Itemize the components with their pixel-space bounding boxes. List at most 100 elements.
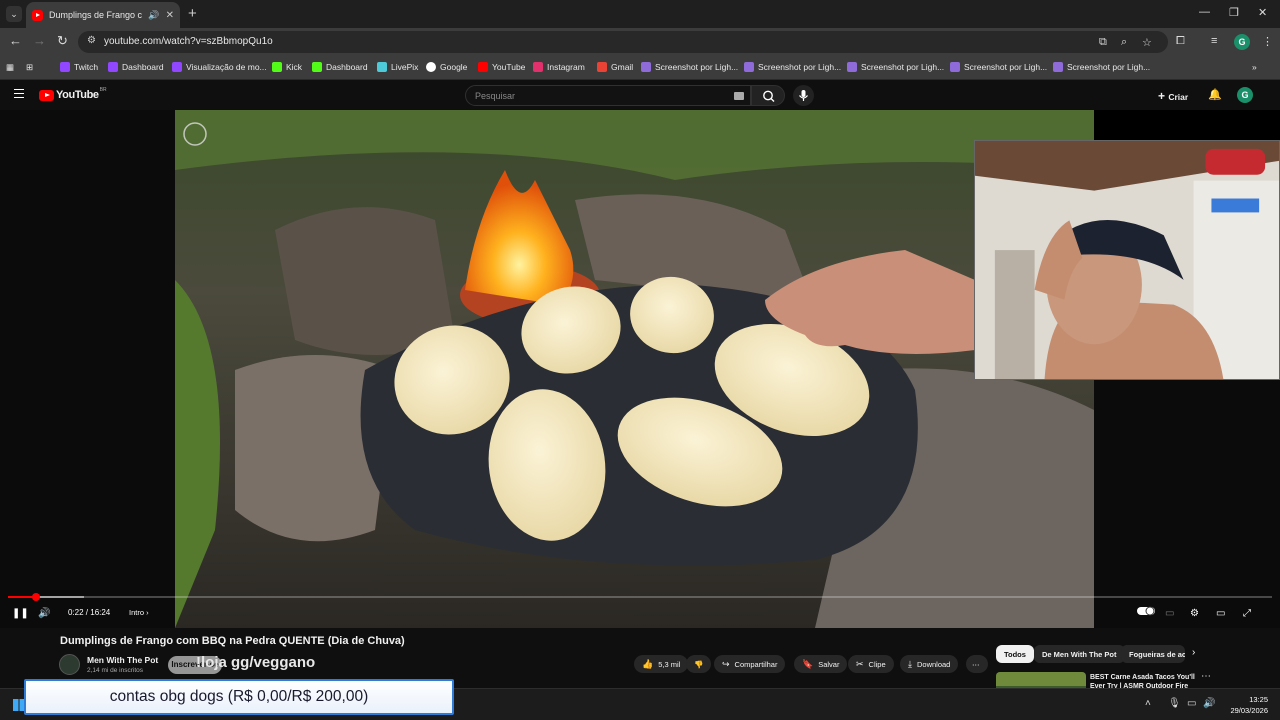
scrubber-handle[interactable] xyxy=(31,593,40,601)
browser-tab[interactable]: Dumplings de Frango com 🔊 ✕ xyxy=(26,2,180,28)
hamburger-menu-icon[interactable] xyxy=(14,89,24,98)
media-control-icon[interactable]: ≡ xyxy=(1211,35,1217,47)
tray-monitor-icon[interactable]: ▭ xyxy=(1187,698,1196,709)
url-text[interactable]: youtube.com/watch?v=szBbmopQu1o xyxy=(104,36,273,47)
video-frame[interactable] xyxy=(175,110,1094,628)
youtube-play-icon xyxy=(39,89,54,101)
youtube-favicon-icon xyxy=(32,9,43,21)
speaker-icon[interactable]: 🔊 xyxy=(148,10,159,21)
video-player[interactable]: ❚❚ 🔊 0:22 / 16:24 Intro › ▭ ⚙ ▭ ⤢ xyxy=(0,110,1280,628)
bookmark-star-icon[interactable]: ☆ xyxy=(1142,36,1152,49)
site-info-icon[interactable]: ⚙ xyxy=(87,35,96,46)
chips-next-icon[interactable]: › xyxy=(1192,647,1195,658)
autoplay-toggle[interactable] xyxy=(1137,606,1155,619)
bookmark-item[interactable]: LivePix xyxy=(377,62,418,72)
more-actions-button[interactable]: ⋯ xyxy=(966,655,988,673)
channel-avatar[interactable] xyxy=(59,654,80,675)
youtube-account-avatar[interactable]: G xyxy=(1237,87,1253,103)
bookmark-item[interactable]: Screenshot por Ligh... xyxy=(744,62,841,72)
clip-button[interactable]: ✂ Clipe xyxy=(848,655,894,673)
youtube-header: YouTube BR Pesquisar + Criar 🔔 G xyxy=(0,80,1280,110)
taskbar-clock[interactable]: 13:25 29/03/2026 xyxy=(1226,694,1268,716)
chip-channel[interactable]: De Men With The Pot xyxy=(1034,645,1125,663)
bookmark-favicon-icon xyxy=(641,62,651,72)
forward-arrow-icon[interactable]: → xyxy=(33,33,46,48)
extensions-icon[interactable]: ⧠ xyxy=(1176,35,1185,48)
tab-title: Dumplings de Frango com xyxy=(49,10,143,20)
tab-close-button[interactable]: ✕ xyxy=(166,10,174,21)
save-label: Salvar xyxy=(818,659,840,669)
tray-speaker-icon[interactable]: 🔊 xyxy=(1203,698,1215,709)
bookmark-item[interactable]: Screenshot por Ligh... xyxy=(641,62,738,72)
bookmark-item[interactable]: Gmail xyxy=(597,62,633,72)
bookmarks-overflow-icon[interactable]: » xyxy=(1252,62,1257,72)
youtube-logo[interactable]: YouTube BR xyxy=(39,87,107,101)
restore-icon[interactable]: ❐ xyxy=(1229,6,1239,19)
create-button[interactable]: + Criar xyxy=(1158,89,1188,103)
subtitles-icon[interactable]: ▭ xyxy=(1165,608,1174,619)
chapter-button[interactable]: Intro › xyxy=(129,608,149,617)
bookmark-item[interactable]: Kick xyxy=(272,62,302,72)
search-input[interactable]: Pesquisar xyxy=(465,85,751,106)
bookmark-label: Visualização de mo... xyxy=(186,62,267,72)
tab-search-button[interactable]: ⌄ xyxy=(6,6,22,22)
autoplay-toggle-icon xyxy=(1137,606,1155,616)
bookmark-item[interactable]: Dashboard xyxy=(108,62,164,72)
pause-button[interactable]: ❚❚ xyxy=(12,608,29,619)
browser-profile-avatar[interactable]: G xyxy=(1234,34,1250,50)
bookmark-item[interactable]: YouTube xyxy=(478,62,525,72)
keyboard-icon[interactable] xyxy=(734,92,744,100)
channel-name[interactable]: Men With The Pot xyxy=(87,655,158,665)
bookmark-favicon-icon xyxy=(533,62,543,72)
bookmark-label: Kick xyxy=(286,62,303,72)
browser-menu-icon[interactable]: ⋮ xyxy=(1262,35,1273,48)
install-app-icon[interactable]: ⧉ xyxy=(1099,36,1107,49)
bookmark-item[interactable]: Screenshot por Ligh... xyxy=(847,62,944,72)
tray-chevron-up-icon[interactable]: ˄ xyxy=(1145,698,1151,709)
player-controls: ❚❚ 🔊 0:22 / 16:24 Intro › ▭ ⚙ ▭ ⤢ xyxy=(0,593,1280,628)
tray-microphone-icon[interactable]: 🎙 xyxy=(1168,698,1181,709)
dislike-button[interactable]: 👎 xyxy=(686,655,712,673)
bookmark-item[interactable]: Screenshot por Ligh... xyxy=(950,62,1047,72)
clock-time: 13:25 xyxy=(1249,695,1268,704)
share-button[interactable]: ↪ Compartilhar xyxy=(714,655,786,673)
settings-gear-icon[interactable]: ⚙ xyxy=(1190,608,1199,619)
save-button[interactable]: 🔖 Salvar xyxy=(794,655,848,673)
voice-search-button[interactable] xyxy=(793,85,814,106)
bookmark-item[interactable]: Screenshot por Ligh... xyxy=(1053,62,1150,72)
bookmark-icon: 🔖 xyxy=(802,658,814,669)
scissors-icon: ✂ xyxy=(856,658,864,669)
grid-icon[interactable]: ⊞ xyxy=(26,62,33,73)
bookmarks-bar: ▦ ⊞ » Twitch Dashboard Visualização de mo.… xyxy=(0,56,1280,80)
zoom-icon[interactable]: ⌕ xyxy=(1121,36,1127,49)
search-button[interactable] xyxy=(751,85,785,106)
fullscreen-icon[interactable]: ⤢ xyxy=(1243,608,1251,619)
recommendation-more-icon[interactable]: ⋯ xyxy=(1201,671,1211,682)
close-window-icon[interactable]: ✕ xyxy=(1258,6,1267,19)
apps-icon[interactable]: ▦ xyxy=(6,62,14,73)
bookmark-item[interactable]: Visualização de mo... xyxy=(172,62,267,72)
search-icon xyxy=(763,90,775,102)
like-button[interactable]: 👍 5,3 mil xyxy=(634,655,689,673)
reload-icon[interactable]: ↻ xyxy=(57,33,68,49)
bookmark-item[interactable]: Instagram xyxy=(533,62,585,72)
webcam-blue-box xyxy=(1211,198,1260,213)
progress-bar[interactable] xyxy=(8,593,1272,601)
back-arrow-icon[interactable]: ← xyxy=(9,33,22,48)
volume-icon[interactable]: 🔊 xyxy=(38,608,50,619)
bookmark-item[interactable]: Google xyxy=(426,62,467,72)
omnibox[interactable]: ⚙ youtube.com/watch?v=szBbmopQu1o ⧉ ⌕ ☆ xyxy=(78,31,1168,53)
bookmark-item[interactable]: Twitch xyxy=(60,62,98,72)
theater-mode-icon[interactable]: ▭ xyxy=(1216,608,1225,619)
thumbs-up-icon: 👍 xyxy=(642,658,654,669)
download-button[interactable]: ⤓ Download xyxy=(900,655,959,673)
search-placeholder: Pesquisar xyxy=(475,91,516,101)
notifications-bell-icon[interactable]: 🔔 xyxy=(1208,88,1222,101)
bookmark-item[interactable]: Dashboard xyxy=(312,62,368,72)
new-tab-button[interactable]: + xyxy=(188,5,197,22)
chip-all[interactable]: Todos xyxy=(996,645,1034,663)
minimize-icon[interactable]: — xyxy=(1199,6,1210,18)
like-count: 5,3 mil xyxy=(658,659,681,669)
bookmark-favicon-icon xyxy=(312,62,322,72)
chip-campfires[interactable]: Fogueiras de ac xyxy=(1121,645,1185,663)
